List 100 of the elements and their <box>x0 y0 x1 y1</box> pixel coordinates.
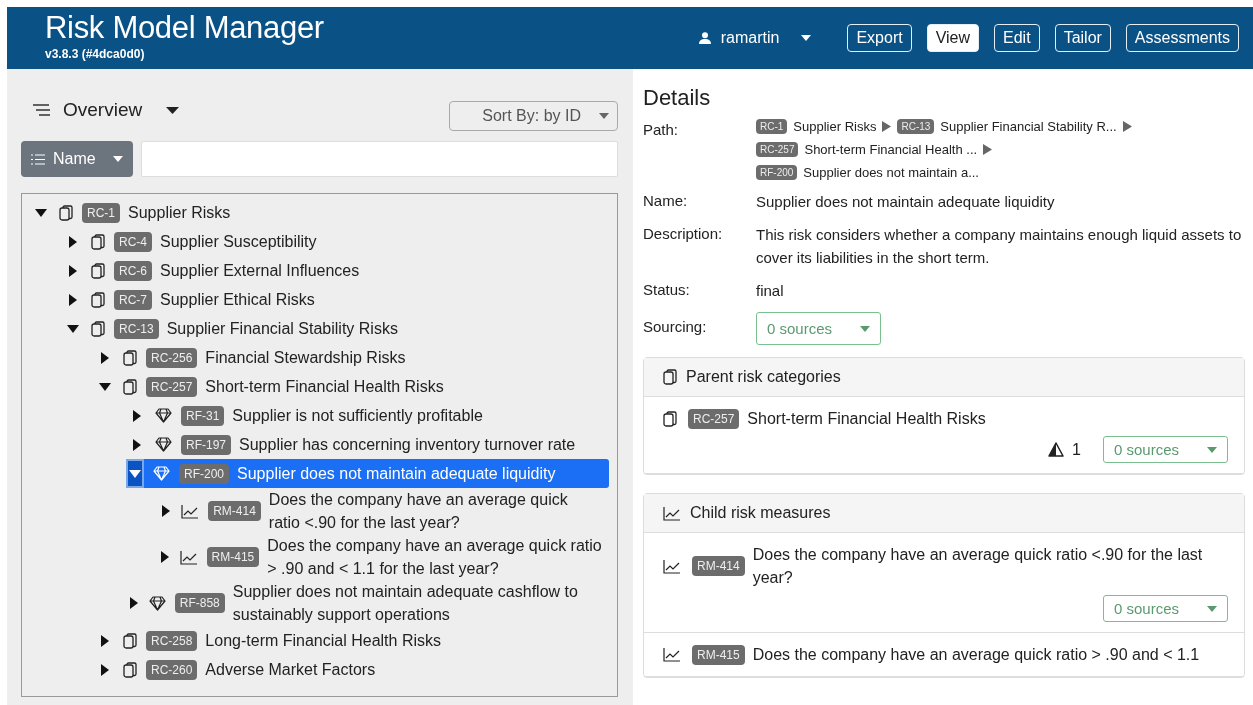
tree-item[interactable]: RF-858 Supplier does not maintain adequate cashflow to sustainably support operations <box>128 580 609 626</box>
id-badge: RC-257 <box>756 142 799 157</box>
copy-icon <box>91 262 105 279</box>
section-title: Child risk measures <box>690 504 831 522</box>
tree-item[interactable]: RC-256 Financial Stewardship Risks <box>96 343 609 372</box>
section-title: Parent risk categories <box>686 368 841 386</box>
id-badge: RC-13 <box>114 318 159 339</box>
version-label: v3.8.3 (#4dca0d0) <box>45 46 146 61</box>
field-value: This risk considers whether a company maintains enough liquid assets to cover its liabilities in the short term. <box>756 225 1243 268</box>
caret-icon <box>113 156 123 162</box>
filter-field-dropdown[interactable]: Name <box>21 141 133 177</box>
tree-item[interactable]: RC-260 Adverse Market Factors <box>96 655 609 684</box>
item-title: Does the company have an average quick ratio <.90 for the last year? <box>752 545 1204 588</box>
line-chart-icon <box>663 647 681 662</box>
id-badge: RC-257 <box>688 408 740 429</box>
id-badge: RC-7 <box>114 289 152 310</box>
copy-icon <box>123 378 137 395</box>
field-label: Name: <box>643 191 689 211</box>
field-label: Status: <box>643 280 691 300</box>
tree-item[interactable]: RC-13 Supplier Financial Stability Risks <box>64 314 609 343</box>
separator-arrow-icon <box>882 121 892 132</box>
copy-icon <box>91 320 105 337</box>
id-badge: RC-256 <box>146 347 198 368</box>
details-heading: Details <box>643 85 712 111</box>
breadcrumb-link[interactable]: RC-257 Short-term Financial Health ... <box>756 142 978 157</box>
line-chart-icon <box>179 549 198 565</box>
separator-arrow-icon <box>983 144 993 155</box>
id-badge: RC-13 <box>897 119 935 134</box>
tree-item[interactable]: RF-31 Supplier is not sufficiently profitable <box>128 401 609 430</box>
tree-item[interactable]: RF-200 Supplier does not maintain adequate liquidity <box>128 459 609 488</box>
nav-button[interactable]: View <box>926 24 980 52</box>
separator-arrow-icon <box>1122 121 1132 132</box>
field-value: Supplier does not maintain adequate liquidity <box>756 192 1056 212</box>
nav-button[interactable]: Edit <box>994 24 1040 52</box>
field-label: Path: <box>643 120 680 140</box>
id-badge: RF-200 <box>179 463 229 484</box>
field-label: Description: <box>643 224 724 244</box>
caret-icon <box>166 106 180 114</box>
id-badge: RF-197 <box>181 434 231 455</box>
caret-icon <box>1207 446 1217 453</box>
tree-item[interactable]: RF-197 Supplier has concerning inventory turnover rate <box>128 430 609 459</box>
item-title: Does the company have an average quick ratio > .90 and < 1.1 <box>752 645 1200 665</box>
id-badge: RC-260 <box>146 659 198 680</box>
caret-icon <box>860 325 871 332</box>
id-badge: RM-415 <box>692 644 745 665</box>
diamond-icon <box>153 466 170 481</box>
tree-item[interactable]: RM-415 Does the company have an average quick ratio > .90 and < 1.1 for the last year? <box>160 534 609 580</box>
id-badge: RC-1 <box>82 202 120 223</box>
caret-icon <box>1207 605 1217 612</box>
caret-icon <box>599 113 609 119</box>
diamond-icon <box>155 408 172 423</box>
copy-icon <box>663 410 677 427</box>
sort-dropdown[interactable]: Sort By: by ID <box>449 101 618 131</box>
tree-item[interactable]: RC-1 Supplier Risks <box>32 198 609 227</box>
diamond-icon <box>148 595 166 611</box>
tree-item[interactable]: RC-257 Short-term Financial Health Risks <box>96 372 609 401</box>
breadcrumb-link[interactable]: RC-13 Supplier Financial Stability R... <box>897 119 1117 134</box>
list-icon <box>31 153 45 165</box>
tree-item[interactable]: RC-4 Supplier Susceptibility <box>64 227 609 256</box>
line-chart-icon <box>663 558 681 574</box>
copy-icon <box>91 233 105 250</box>
id-badge: RM-414 <box>208 501 261 521</box>
id-badge: RC-1 <box>756 119 788 134</box>
field-value: final <box>756 281 785 301</box>
caret-icon <box>801 35 812 41</box>
tree-item[interactable]: RM-414 Does the company have an average quick ratio <.90 for the last year? <box>160 488 609 534</box>
id-badge: RF-31 <box>181 405 225 426</box>
breadcrumb-link[interactable]: RC-1 Supplier Risks <box>756 119 877 134</box>
id-badge: RC-4 <box>114 231 152 252</box>
diamond-icon <box>155 437 172 452</box>
nav-button[interactable]: Export <box>847 24 912 52</box>
id-badge: RM-415 <box>206 547 260 567</box>
breadcrumb-link[interactable]: RF-200 Supplier does not maintain a... <box>756 165 979 180</box>
tree-item[interactable]: RC-7 Supplier Ethical Risks <box>64 285 609 314</box>
nav-button[interactable]: Assessments <box>1125 24 1239 52</box>
id-badge: RC-257 <box>146 376 198 397</box>
user-icon <box>698 32 711 44</box>
warning-icon <box>1048 442 1065 457</box>
id-badge: RM-414 <box>692 556 745 576</box>
app-title: Risk Model Manager <box>45 9 324 46</box>
tree-item[interactable]: RC-6 Supplier External Influences <box>64 256 609 285</box>
search-field[interactable] <box>141 141 618 177</box>
copy-icon <box>123 349 137 366</box>
warning-count: 1 <box>1072 440 1081 459</box>
view-dropdown[interactable]: Overview <box>21 99 180 121</box>
item-title: Short-term Financial Health Risks <box>747 409 986 429</box>
copy-icon <box>123 632 137 649</box>
nav-button[interactable]: Tailor <box>1054 24 1111 52</box>
copy-icon <box>663 369 677 385</box>
tree-item[interactable]: RC-258 Long-term Financial Health Risks <box>96 626 609 655</box>
line-chart-icon <box>181 503 200 519</box>
copy-icon <box>59 204 73 221</box>
id-badge: RF-858 <box>174 593 225 613</box>
copy-icon <box>123 661 137 678</box>
copy-icon <box>91 291 105 308</box>
user-menu[interactable]: ramartin <box>698 29 812 47</box>
id-badge: RC-258 <box>146 630 198 651</box>
id-badge: RF-200 <box>756 165 798 180</box>
menu-icon <box>33 104 53 116</box>
line-chart-icon <box>663 505 681 521</box>
